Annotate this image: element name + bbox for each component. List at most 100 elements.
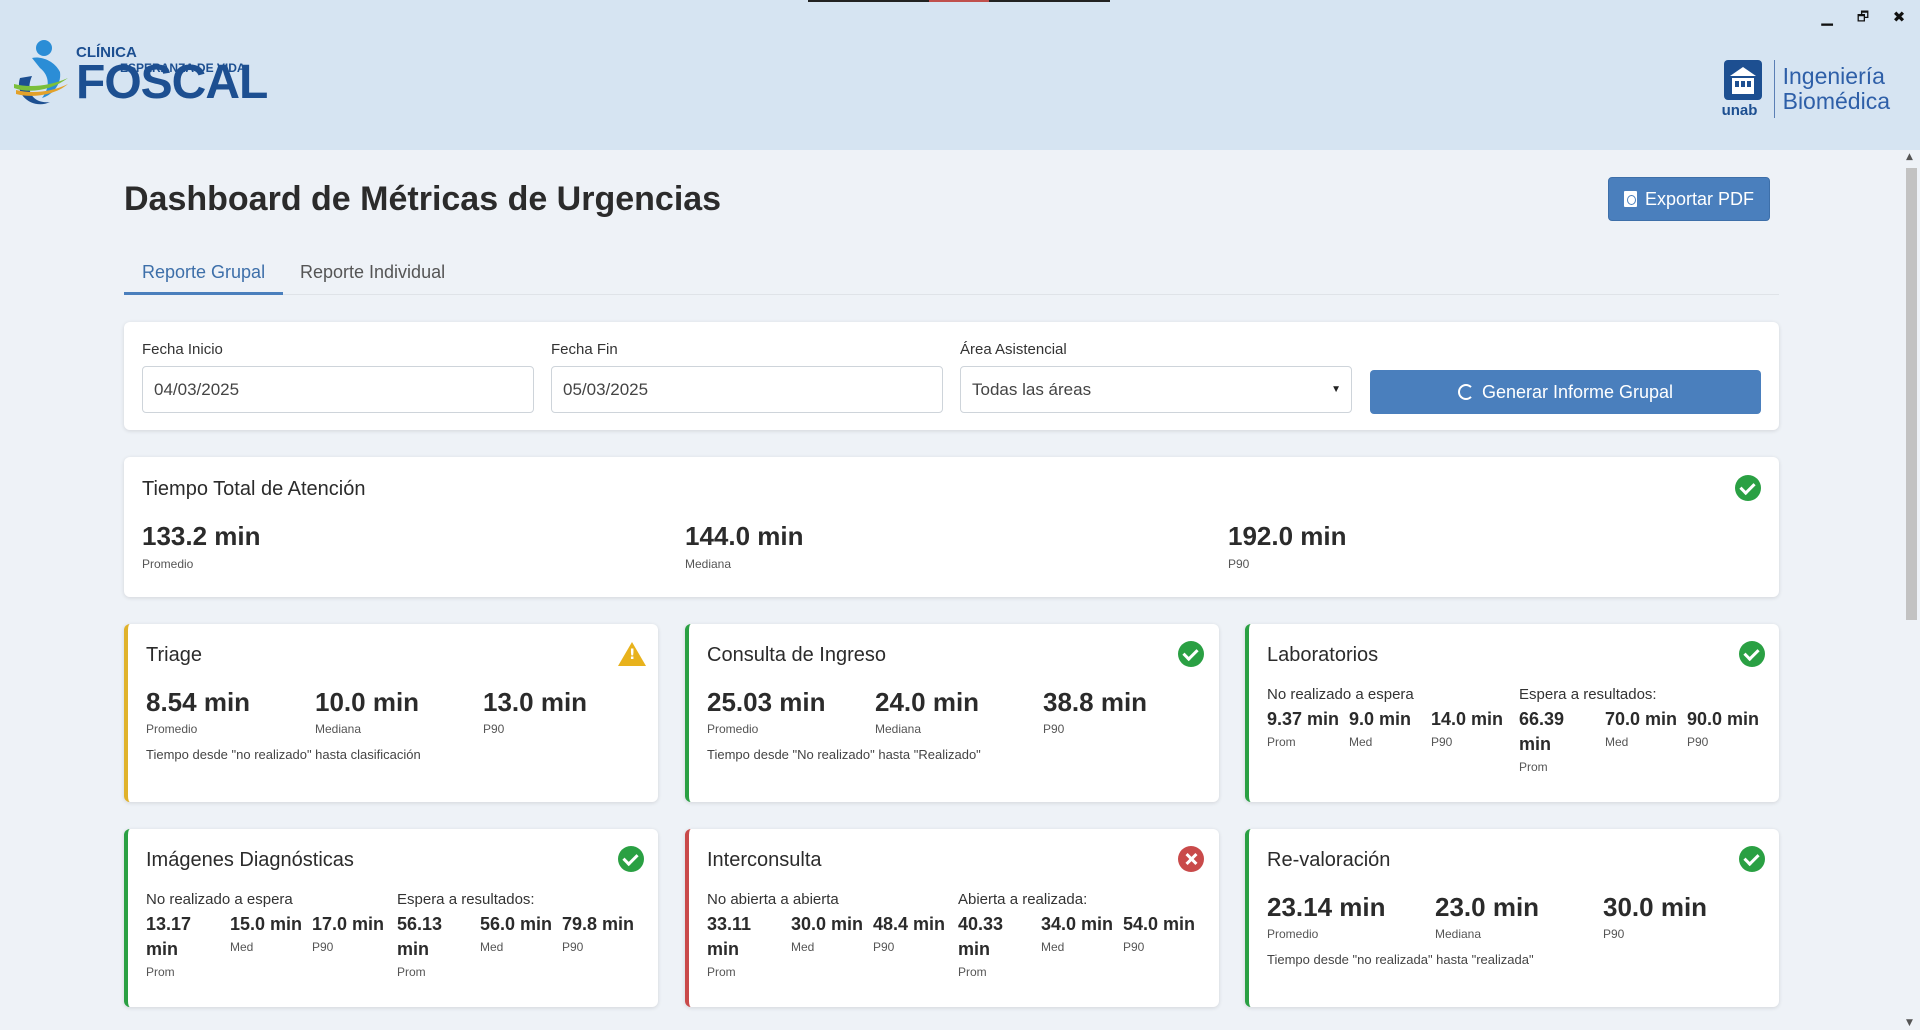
filters-card: Fecha Inicio 04/03/2025 Fecha Fin 05/03/… xyxy=(124,322,1779,430)
end-date-label: Fecha Fin xyxy=(551,341,618,358)
export-pdf-label: Exportar PDF xyxy=(1644,188,1755,209)
start-date-input[interactable]: 04/03/2025 xyxy=(142,366,534,413)
lab-g2-p90-label: P90 xyxy=(1687,735,1709,749)
img-g1-med-label: Med xyxy=(230,940,254,954)
total-avg-label: Promedio xyxy=(142,557,194,571)
consulta-avg: 25.03 min xyxy=(707,687,826,717)
img-g1-p90: 17.0 min xyxy=(312,914,385,934)
check-circle-icon xyxy=(1735,475,1761,501)
scroll-down-icon[interactable]: ▼ xyxy=(1906,1018,1913,1028)
tab-reporte-grupal[interactable]: Reporte Grupal xyxy=(124,257,284,295)
lab-g2-prom: 66.39 min xyxy=(1519,709,1565,754)
ic-g1-prom: 33.11 min xyxy=(707,914,752,959)
foscal-figure-icon xyxy=(14,40,68,105)
consulta-median: 24.0 min xyxy=(875,687,980,717)
total-time-card: Tiempo Total de Atención 133.2 min Prome… xyxy=(124,457,1779,597)
vertical-scrollbar[interactable]: ▲ ▼ xyxy=(1902,150,1920,1030)
img-g1-med: 15.0 min xyxy=(230,914,303,934)
imagenes-card: Imágenes Diagnósticas No realizado a esp… xyxy=(124,829,658,1007)
ic-group1-title: No abierta a abierta xyxy=(707,891,839,908)
ic-g2-med: 34.0 min xyxy=(1041,914,1114,934)
revaloracion-p90-label: P90 xyxy=(1603,927,1625,941)
end-date-input[interactable]: 05/03/2025 xyxy=(551,366,943,413)
imagenes-title: Imágenes Diagnósticas xyxy=(146,849,354,871)
export-pdf-button[interactable]: Exportar PDF xyxy=(1608,177,1770,221)
revaloracion-avg: 23.14 min xyxy=(1267,892,1386,922)
img-group1-title: No realizado a espera xyxy=(146,891,293,908)
img-g1-prom-label: Prom xyxy=(146,965,175,979)
unab-logo: unab Ingeniería Biomédica xyxy=(1720,58,1890,120)
chevron-down-icon: ▼ xyxy=(1331,384,1341,395)
error-circle-icon xyxy=(1178,846,1204,872)
consulta-card: Consulta de Ingreso 25.03 min Promedio 2… xyxy=(685,624,1219,802)
pdf-file-icon xyxy=(1623,191,1637,207)
revaloracion-title: Re-valoración xyxy=(1267,849,1391,871)
unab-text: unab xyxy=(1721,102,1758,119)
ic-g2-p90: 54.0 min xyxy=(1123,914,1196,934)
triage-avg-label: Promedio xyxy=(146,722,198,736)
drag-handle[interactable] xyxy=(808,0,1110,2)
scroll-thumb[interactable] xyxy=(1906,168,1917,620)
area-select[interactable]: Todas las áreas ▼ xyxy=(960,366,1352,413)
logo-biomedica: Biomédica xyxy=(1782,88,1890,114)
check-circle-icon xyxy=(1178,641,1204,667)
consulta-median-label: Mediana xyxy=(875,722,922,736)
app-header: ▁ 🗗 ✖ CLÍNICA FOSCAL ESPERANZA DE VIDA u… xyxy=(0,0,1920,150)
img-g2-med-label: Med xyxy=(480,940,504,954)
lab-g1-p90: 14.0 min xyxy=(1431,709,1504,729)
close-icon[interactable]: ✖ xyxy=(1890,8,1908,30)
triage-card: Triage 8.54 min Promedio 10.0 min Median… xyxy=(124,624,658,802)
ic-g2-p90-label: P90 xyxy=(1123,940,1145,954)
ic-g1-med: 30.0 min xyxy=(791,914,864,934)
revaloracion-median: 23.0 min xyxy=(1435,892,1540,922)
img-g2-p90-label: P90 xyxy=(562,940,584,954)
warning-icon xyxy=(618,642,646,666)
tab-reporte-individual[interactable]: Reporte Individual xyxy=(282,257,463,295)
scroll-up-icon[interactable]: ▲ xyxy=(1906,152,1913,162)
triage-p90: 13.0 min xyxy=(483,687,588,717)
img-group2-title: Espera a resultados: xyxy=(397,891,535,908)
generate-report-button[interactable]: Generar Informe Grupal xyxy=(1370,370,1761,414)
triage-desc: Tiempo desde "no realizado" hasta clasif… xyxy=(146,747,421,762)
interconsulta-title: Interconsulta xyxy=(707,849,822,871)
ic-g2-prom-label: Prom xyxy=(958,965,987,979)
ic-g1-med-label: Med xyxy=(791,940,815,954)
lab-g1-med-label: Med xyxy=(1349,735,1373,749)
total-median-label: Mediana xyxy=(685,557,732,571)
page-title: Dashboard de Métricas de Urgencias xyxy=(124,180,722,218)
minimize-icon[interactable]: ▁ xyxy=(1818,8,1836,30)
total-median: 144.0 min xyxy=(685,521,804,551)
total-p90: 192.0 min xyxy=(1228,521,1347,551)
restore-icon[interactable]: 🗗 xyxy=(1854,8,1872,30)
img-g1-prom: 13.17 min xyxy=(146,914,192,959)
ic-g2-med-label: Med xyxy=(1041,940,1065,954)
triage-avg: 8.54 min xyxy=(146,687,251,717)
lab-g2-p90: 90.0 min xyxy=(1687,709,1760,729)
report-tabs: Reporte Grupal Reporte Individual xyxy=(124,253,1779,295)
img-g2-med: 56.0 min xyxy=(480,914,553,934)
start-date-label: Fecha Inicio xyxy=(142,341,223,358)
consulta-p90-label: P90 xyxy=(1043,722,1065,736)
logo-ingenieria: Ingeniería xyxy=(1782,63,1885,89)
triage-median: 10.0 min xyxy=(315,687,420,717)
total-title: Tiempo Total de Atención xyxy=(142,478,366,500)
lab-g1-prom: 9.37 min xyxy=(1267,709,1340,729)
revaloracion-p90: 30.0 min xyxy=(1603,892,1708,922)
revaloracion-card: Re-valoración 23.14 min Promedio 23.0 mi… xyxy=(1245,829,1779,1007)
triage-title: Triage xyxy=(146,644,202,666)
laboratorios-card: Laboratorios No realizado a espera 9.37 … xyxy=(1245,624,1779,802)
total-p90-label: P90 xyxy=(1228,557,1250,571)
revaloracion-median-label: Mediana xyxy=(1435,927,1482,941)
total-avg: 133.2 min xyxy=(142,521,261,551)
lab-g2-prom-label: Prom xyxy=(1519,760,1548,774)
img-g2-prom-label: Prom xyxy=(397,965,426,979)
ic-g1-p90-label: P90 xyxy=(873,940,895,954)
check-circle-icon xyxy=(1739,641,1765,667)
check-circle-icon xyxy=(1739,846,1765,872)
ic-group2-title: Abierta a realizada: xyxy=(958,891,1088,908)
unab-building-icon: unab xyxy=(1720,58,1768,120)
lab-g1-p90-label: P90 xyxy=(1431,735,1453,749)
interconsulta-card: Interconsulta No abierta a abierta 33.11… xyxy=(685,829,1219,1007)
triage-median-label: Mediana xyxy=(315,722,362,736)
triage-p90-label: P90 xyxy=(483,722,505,736)
